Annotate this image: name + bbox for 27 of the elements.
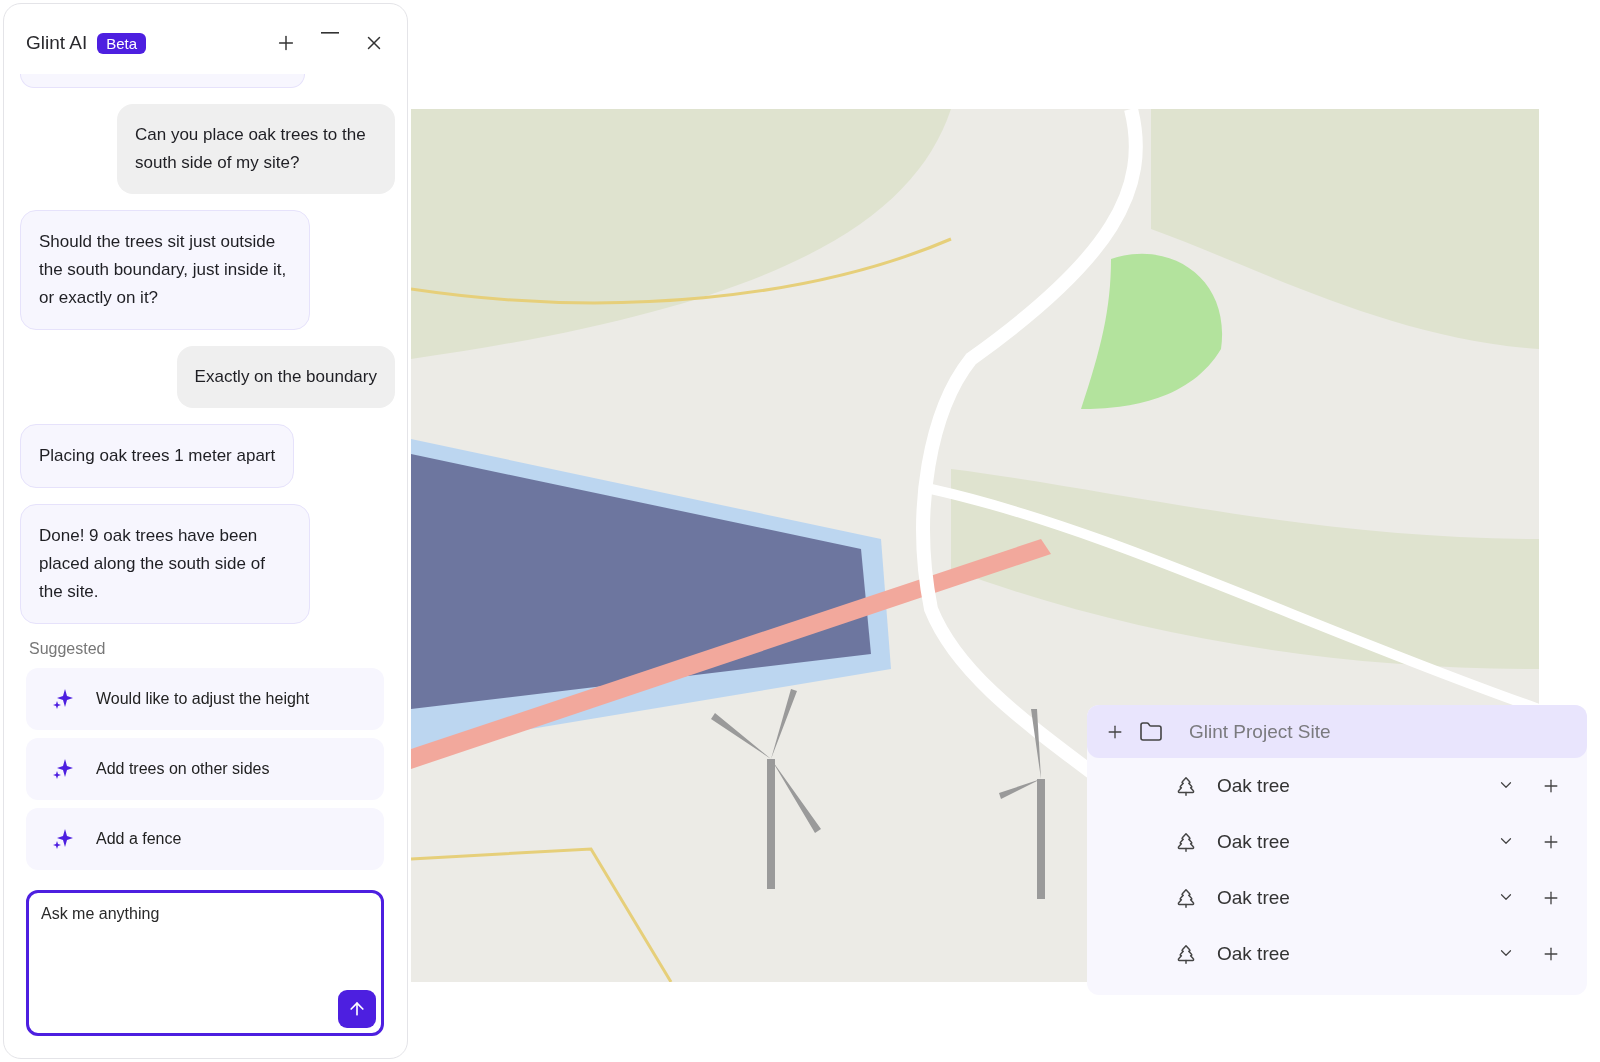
- tree-icon: [1175, 887, 1197, 909]
- layer-row[interactable]: Oak tree: [1087, 926, 1587, 982]
- layer-group-row[interactable]: Glint Project Site: [1087, 705, 1587, 758]
- assistant-message: Done! 9 oak trees have been placed along the south side of the site.: [20, 504, 310, 624]
- user-message: Exactly on the boundary: [176, 346, 395, 408]
- minus-icon: [321, 32, 339, 34]
- message-input[interactable]: Ask me anything: [26, 890, 384, 1036]
- layer-row[interactable]: Oak tree: [1087, 870, 1587, 926]
- panel-title: Glint AI: [26, 32, 88, 54]
- beta-badge: Beta: [97, 32, 147, 54]
- suggestion-button[interactable]: Add a fence: [26, 808, 384, 870]
- tree-icon: [1175, 775, 1197, 797]
- suggestion-button[interactable]: Would like to adjust the height: [26, 668, 384, 730]
- assistant-message: Placing oak trees 1 meter apart: [20, 424, 295, 488]
- user-message: Can you place oak trees to the south side of my site?: [117, 104, 395, 194]
- assistant-message: Should the trees sit just outside the south boundary, just inside it, or exactly on it?: [20, 210, 310, 330]
- tree-icon: [1175, 943, 1197, 965]
- sparkle-icon: [52, 688, 74, 710]
- suggestion-button[interactable]: Add trees on other sides: [26, 738, 384, 800]
- folder-icon: [1139, 719, 1163, 744]
- suggested-heading: Suggested: [29, 640, 107, 658]
- layer-row[interactable]: Oak tree: [1087, 758, 1587, 814]
- tree-icon: [1175, 831, 1197, 853]
- sparkle-icon: [52, 758, 74, 780]
- sparkle-icon: [52, 828, 74, 850]
- send-button[interactable]: [338, 990, 376, 1028]
- layer-row[interactable]: Oak tree: [1087, 814, 1587, 870]
